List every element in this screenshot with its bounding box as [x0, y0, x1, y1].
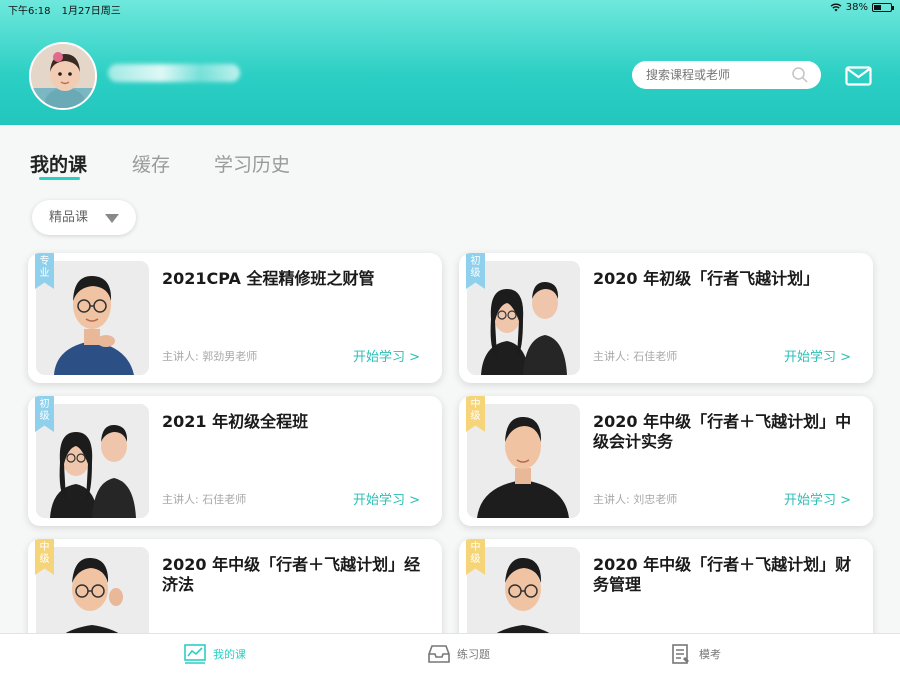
mail-icon[interactable]: [845, 66, 872, 86]
course-title: 2020 年初级「行者飞越计划」: [593, 269, 820, 288]
nav-my-courses[interactable]: 我的课: [184, 644, 246, 664]
status-bar: 下午6:18 1月27日周三 38%: [8, 2, 894, 17]
username-blurred: [108, 64, 240, 82]
tab-study-history[interactable]: 学习历史: [214, 150, 290, 177]
nav-practice[interactable]: 练习题: [428, 644, 490, 664]
dropdown-arrow-icon: [105, 214, 119, 223]
tab-my-courses[interactable]: 我的课: [30, 150, 87, 177]
start-learning-link[interactable]: 开始学习 >: [353, 346, 420, 365]
course-title: 2020 年中级「行者＋飞越计划」财务管理: [593, 555, 852, 594]
course-lecturer: 主讲人: 石佳老师: [593, 350, 678, 363]
nav-label: 模考: [699, 648, 721, 661]
course-card[interactable]: 专业 2021CPA 全程精修班之财管 主讲人: 郭劲男老师 开始学习 >: [28, 253, 442, 383]
status-time: 下午6:18: [8, 6, 51, 17]
battery-icon: [872, 3, 894, 12]
course-lecturer: 主讲人: 郭劲男老师: [162, 350, 258, 363]
course-card[interactable]: 初级 2021 年初级全程班 主讲人: 石佳老师 开始学习 >: [28, 396, 442, 526]
battery-percent: 38%: [845, 2, 868, 13]
course-title: 2021 年初级全程班: [162, 412, 309, 431]
document-icon: [672, 644, 689, 664]
course-card[interactable]: 初级 2020 年初级「行者飞越计划」 主讲人: 石佳老师 开始学习 >: [459, 253, 873, 383]
start-learning-link[interactable]: 开始学习 >: [784, 346, 851, 365]
course-lecturer: 主讲人: 刘忠老师: [593, 493, 678, 506]
status-date: 1月27日周三: [61, 6, 121, 17]
bottom-tab-bar: 我的课 练习题 模考: [0, 633, 900, 675]
user-avatar[interactable]: [29, 42, 97, 110]
wifi-icon: [830, 3, 842, 12]
chart-icon: [184, 644, 206, 664]
tab-cache[interactable]: 缓存: [132, 150, 170, 177]
start-learning-link[interactable]: 开始学习 >: [353, 489, 420, 508]
course-title: 2020 年中级「行者＋飞越计划」中级会计实务: [593, 412, 852, 451]
tray-icon: [428, 645, 450, 663]
profile-header: 下午6:18 1月27日周三 38%: [0, 0, 900, 125]
course-card[interactable]: 中级 2020 年中级「行者＋飞越计划」中级会计实务 主讲人: 刘忠老师 开始学…: [459, 396, 873, 526]
nav-label: 我的课: [213, 648, 246, 661]
dropdown-selected-value: 精品课: [49, 210, 89, 225]
child-photo-icon: [31, 44, 95, 108]
course-type-dropdown[interactable]: 精品课: [32, 200, 136, 235]
course-lecturer: 主讲人: 石佳老师: [162, 493, 247, 506]
search-icon[interactable]: [791, 66, 809, 84]
active-tab-indicator: [39, 177, 80, 180]
course-title: 2020 年中级「行者＋飞越计划」经济法: [162, 555, 421, 594]
nav-label: 练习题: [457, 648, 490, 661]
course-title: 2021CPA 全程精修班之财管: [162, 269, 375, 288]
nav-mock-exam[interactable]: 模考: [670, 644, 721, 664]
start-learning-link[interactable]: 开始学习 >: [784, 489, 851, 508]
